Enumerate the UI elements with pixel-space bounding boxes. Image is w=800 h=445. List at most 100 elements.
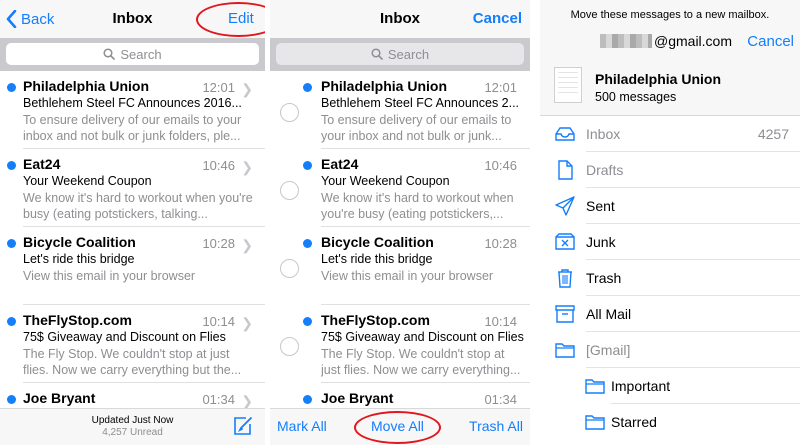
email-time: 10:14	[484, 314, 517, 329]
email-preview: To ensure delivery of our emails to your…	[321, 113, 512, 143]
mailbox-sent[interactable]: Sent	[540, 188, 800, 224]
redacted-account-name	[600, 34, 652, 48]
email-preview: We know it's hard to workout when you're…	[23, 191, 253, 221]
unread-dot	[7, 395, 16, 404]
mailbox-label: Starred	[611, 414, 657, 430]
mailbox-label: Important	[611, 378, 671, 394]
email-preview: View this email in your browser	[321, 269, 494, 283]
mailbox-label: Inbox	[586, 126, 621, 142]
search-icon	[371, 48, 383, 60]
email-sender: Joe Bryant	[321, 390, 394, 406]
email-subject: Bethlehem Steel FC Announces 2...	[321, 96, 520, 110]
search-input[interactable]: Search	[6, 43, 259, 65]
email-sender: Joe Bryant	[23, 390, 96, 406]
mailbox-inbox[interactable]: Inbox 4257	[540, 116, 800, 152]
move-messages-panel: Move these messages to a new mailbox. @g…	[540, 0, 800, 445]
account-label: @gmail.com	[600, 33, 732, 49]
selected-count: 500 messages	[595, 90, 677, 104]
email-sender: TheFlyStop.com	[23, 312, 132, 328]
mailbox-all-mail[interactable]: All Mail	[540, 296, 800, 332]
navigation-bar: Inbox Cancel	[270, 0, 530, 38]
compose-button[interactable]	[233, 416, 253, 441]
email-list: Philadelphia Union 12:01 ❯ Bethlehem Ste…	[0, 71, 265, 445]
email-time: 10:46	[484, 158, 517, 173]
select-checkbox[interactable]	[280, 337, 299, 356]
email-row[interactable]: Bicycle Coalition 10:28 ❯ Let's ride thi…	[0, 227, 265, 305]
email-subject: Your Weekend Coupon	[23, 174, 152, 188]
mailbox-junk[interactable]: Junk	[540, 224, 800, 260]
mailbox-label: Trash	[586, 270, 622, 286]
archive-icon	[555, 305, 575, 323]
select-checkbox[interactable]	[280, 181, 299, 200]
status-unread-count: 4,257 Unread	[102, 427, 163, 438]
unread-dot	[303, 161, 312, 170]
email-subject: Let's ride this bridge	[321, 252, 433, 266]
email-subject: 75$ Giveaway and Discount on Flies	[23, 330, 226, 344]
unread-dot	[303, 317, 312, 326]
email-row[interactable]: TheFlyStop.com 10:14 75$ Giveaway and Di…	[270, 305, 530, 383]
compose-icon	[234, 417, 252, 435]
mailbox-gmail[interactable]: [Gmail]	[540, 332, 800, 368]
unread-dot	[7, 83, 16, 92]
unread-dot	[7, 161, 16, 170]
unread-dot	[7, 317, 16, 326]
move-instructions: Move these messages to a new mailbox.	[570, 9, 770, 21]
mailbox-label: Drafts	[586, 162, 624, 178]
move-header: Move these messages to a new mailbox. @g…	[540, 0, 800, 116]
mailbox-drafts[interactable]: Drafts	[540, 152, 800, 188]
search-placeholder: Search	[387, 46, 430, 62]
inbox-edit-panel: Inbox Cancel Search Philadelphia Union 1…	[270, 0, 530, 445]
email-sender: Bicycle Coalition	[321, 234, 434, 250]
email-row[interactable]: Bicycle Coalition 10:28 Let's ride this …	[270, 227, 530, 305]
mark-all-button[interactable]: Mark All	[277, 418, 327, 434]
folder-icon	[555, 343, 575, 358]
mailbox-important[interactable]: Important	[540, 368, 800, 404]
email-row[interactable]: Philadelphia Union 12:01 ❯ Bethlehem Ste…	[0, 71, 265, 149]
email-subject: Let's ride this bridge	[23, 252, 135, 266]
email-sender: TheFlyStop.com	[321, 312, 430, 328]
search-bar: Search	[270, 38, 530, 71]
select-checkbox[interactable]	[280, 103, 299, 122]
email-row[interactable]: Eat24 10:46 ❯ Your Weekend Coupon We kno…	[0, 149, 265, 227]
email-list: Philadelphia Union 12:01 Bethlehem Steel…	[270, 71, 530, 445]
email-subject: Bethlehem Steel FC Announces 2016...	[23, 96, 242, 110]
mailbox-trash[interactable]: Trash	[540, 260, 800, 296]
mailbox-starred[interactable]: Starred	[540, 404, 800, 440]
email-subject: 75$ Giveaway and Discount on Flies	[321, 330, 524, 344]
account-email-domain: @gmail.com	[654, 33, 733, 49]
cancel-button[interactable]: Cancel	[473, 10, 522, 27]
search-placeholder: Search	[120, 46, 162, 62]
bottom-toolbar: Updated Just Now 4,257 Unread	[0, 408, 265, 445]
email-time: 10:46	[202, 158, 235, 173]
email-time: 10:14	[202, 314, 235, 329]
search-icon	[103, 48, 116, 60]
trash-all-button[interactable]: Trash All	[469, 418, 523, 434]
mailbox-label: Sent	[586, 198, 615, 214]
inbox-panel: Back Inbox Edit Search Philadelphia Unio…	[0, 0, 265, 445]
email-time: 01:34	[484, 392, 517, 407]
drafts-icon	[558, 160, 573, 180]
trash-icon	[558, 269, 572, 288]
folder-icon	[585, 379, 605, 394]
email-time: 12:01	[202, 80, 235, 95]
mailbox-label: All Mail	[586, 306, 632, 322]
email-row[interactable]: TheFlyStop.com 10:14 ❯ 75$ Giveaway and …	[0, 305, 265, 383]
email-preview: The Fly Stop. We couldn't stop at just f…	[23, 347, 242, 377]
email-sender: Philadelphia Union	[321, 78, 448, 94]
mailbox-label: Junk	[586, 234, 616, 250]
status-updated: Updated Just Now	[91, 415, 174, 426]
folder-icon	[585, 415, 605, 430]
search-bar: Search	[0, 38, 265, 71]
email-time: 12:01	[484, 80, 517, 95]
email-row[interactable]: Philadelphia Union 12:01 Bethlehem Steel…	[270, 71, 530, 149]
unread-dot	[303, 83, 312, 92]
search-input[interactable]: Search	[276, 43, 524, 65]
unread-dot	[303, 239, 312, 248]
mailbox-label: [Gmail]	[586, 342, 631, 358]
cancel-button[interactable]: Cancel	[747, 33, 794, 50]
select-checkbox[interactable]	[280, 259, 299, 278]
inbox-icon	[555, 127, 575, 141]
email-row[interactable]: Eat24 10:46 Your Weekend Coupon We know …	[270, 149, 530, 227]
update-status: Updated Just Now 4,257 Unread	[0, 415, 265, 439]
email-time: 10:28	[484, 236, 517, 251]
